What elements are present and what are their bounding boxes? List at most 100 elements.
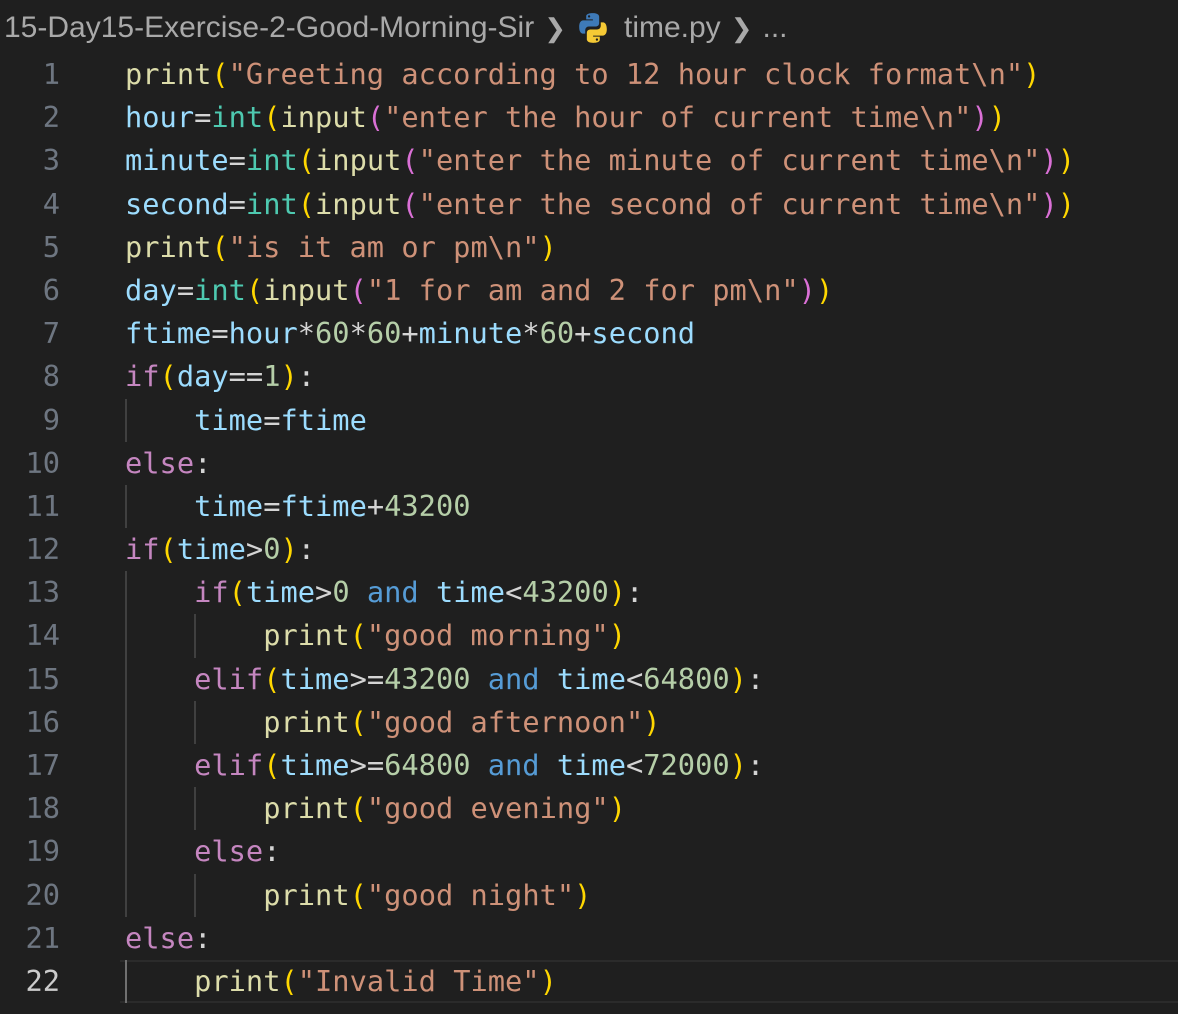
token-num: 60 (315, 316, 350, 351)
code-line[interactable]: 11 time=ftime+43200 (0, 484, 1178, 529)
token-num: 43200 (522, 575, 609, 610)
token-op: = (211, 316, 229, 351)
breadcrumb-folder[interactable]: 15-Day15-Exercise-2-Good-Morning-Sir (4, 11, 534, 45)
token-op: : (626, 575, 644, 610)
code-text: elif(time>=43200 and time<64800): (194, 658, 764, 701)
code-text: print("good afternoon") (263, 701, 660, 744)
token-var: time (556, 748, 626, 782)
token-op: : (746, 748, 765, 782)
token-kw: else (125, 920, 195, 955)
code-line[interactable]: 5 print("is it am or pm\n") (0, 226, 1178, 269)
token-op: < (625, 661, 644, 696)
code-line[interactable]: 15 elif(time>=43200 and time<64800): (0, 657, 1178, 701)
token-b2: ) (1040, 143, 1058, 178)
token-num: 60 (366, 316, 402, 351)
code-line[interactable]: 2 hour=int(input("enter the hour of curre… (0, 96, 1178, 139)
token-b1: ( (263, 100, 281, 135)
code-line[interactable]: 17 elif(time>=64800 and time<72000): (0, 744, 1178, 788)
code-text: print("Invalid Time") (194, 960, 557, 1003)
token-kw: elif (194, 748, 264, 782)
code-line[interactable]: 10 else: (0, 442, 1178, 485)
code-line[interactable]: 1 print("Greeting according to 12 hour cl… (0, 53, 1178, 96)
token-b1: ) (280, 359, 298, 394)
code-line[interactable]: 3 minute=int(input("enter the minute of c… (0, 139, 1178, 182)
code-line[interactable]: 19 else: (0, 830, 1178, 874)
indent-guide (125, 700, 127, 744)
code-editor[interactable]: 1 print("Greeting according to 12 hour cl… (0, 53, 1178, 1004)
chevron-right-icon: ❯ (730, 12, 753, 43)
code-line[interactable]: 8 if(day==1): (0, 355, 1178, 398)
code-text: if(time>0): (125, 528, 315, 571)
code-line[interactable]: 6 day=int(input("1 for am and 2 for pm\n"… (0, 269, 1178, 312)
indent-guide (125, 873, 127, 917)
line-number: 4 (42, 186, 60, 221)
token-fn: input (315, 186, 402, 221)
token-kw: else (125, 445, 195, 480)
code-text: ftime=hour*60*60+minute*60+second (125, 312, 695, 355)
line-number: 17 (25, 748, 60, 782)
token-str: "enter the second of current time\n" (418, 186, 1041, 221)
token-num: 0 (332, 575, 350, 610)
token-op: = (176, 272, 195, 307)
line-number: 12 (25, 532, 60, 567)
indent-guide (125, 614, 127, 658)
code-line[interactable]: 20 print("good night") (0, 873, 1178, 917)
code-text: time=ftime (194, 399, 367, 442)
token-fn: print (194, 963, 281, 998)
token-var: minute (125, 143, 229, 178)
token-str: "Greeting according to 12 hour clock for… (228, 57, 1024, 91)
token-fn: input (315, 143, 402, 178)
code-line[interactable]: 4 second=int(input("enter the second of c… (0, 183, 1178, 226)
token-b1: ( (228, 575, 246, 610)
token-b2: ( (366, 100, 385, 135)
code-line[interactable]: 16 print("good afternoon") (0, 700, 1178, 744)
line-number: 3 (42, 143, 60, 178)
code-line[interactable]: 12 if(time>0): (0, 528, 1178, 571)
token-b1: ( (349, 877, 367, 912)
token-kw: else (194, 834, 264, 869)
token-b1: ) (574, 877, 592, 912)
breadcrumb-file[interactable]: time.py (624, 11, 721, 45)
breadcrumb: 15-Day15-Exercise-2-Good-Morning-Sir ❯ t… (4, 6, 788, 50)
token-var: hour (228, 316, 298, 351)
token-num: 60 (539, 316, 575, 351)
indent-guide (125, 398, 127, 442)
token-op (419, 575, 436, 609)
token-b1: ) (608, 618, 626, 653)
token-var: second (125, 186, 229, 221)
token-num: 64800 (643, 661, 730, 696)
code-text: print("good morning") (263, 614, 626, 657)
token-kw: if (125, 359, 160, 394)
code-text: else: (125, 917, 211, 960)
code-line[interactable]: 22 print("Invalid Time") (0, 959, 1178, 1004)
line-number: 9 (42, 402, 60, 437)
code-line[interactable]: 9 time=ftime (0, 398, 1178, 442)
token-op: = (263, 488, 281, 523)
token-num: 0 (263, 532, 281, 567)
code-line[interactable]: 14 print("good morning") (0, 614, 1178, 658)
token-var: time (194, 488, 264, 523)
code-line[interactable]: 7 ftime=hour*60*60+minute*60+second (0, 312, 1178, 355)
token-op: > (315, 575, 333, 610)
breadcrumb-more[interactable]: ... (762, 11, 787, 45)
token-b1: ) (539, 229, 557, 264)
token-op: = (228, 186, 246, 221)
line-number: 13 (25, 575, 60, 610)
code-line[interactable]: 18 print("good evening") (0, 787, 1178, 831)
token-b1: ) (729, 661, 747, 696)
line-number: 8 (42, 359, 60, 394)
token-fn: input (280, 100, 367, 135)
token-b1: ) (608, 791, 626, 826)
code-line[interactable]: 21 else: (0, 917, 1178, 960)
token-var: time (280, 748, 350, 782)
token-op (540, 748, 557, 782)
token-b2: ) (798, 272, 816, 307)
token-var: time (556, 661, 626, 696)
token-str: "enter the hour of current time\n" (384, 100, 972, 135)
token-b1: ( (349, 791, 367, 826)
token-b1: ( (159, 359, 177, 394)
token-b1: ( (297, 143, 316, 178)
token-op: = (263, 402, 281, 437)
code-line[interactable]: 13 if(time>0 and time<43200): (0, 571, 1178, 615)
token-var: minute (418, 316, 523, 351)
